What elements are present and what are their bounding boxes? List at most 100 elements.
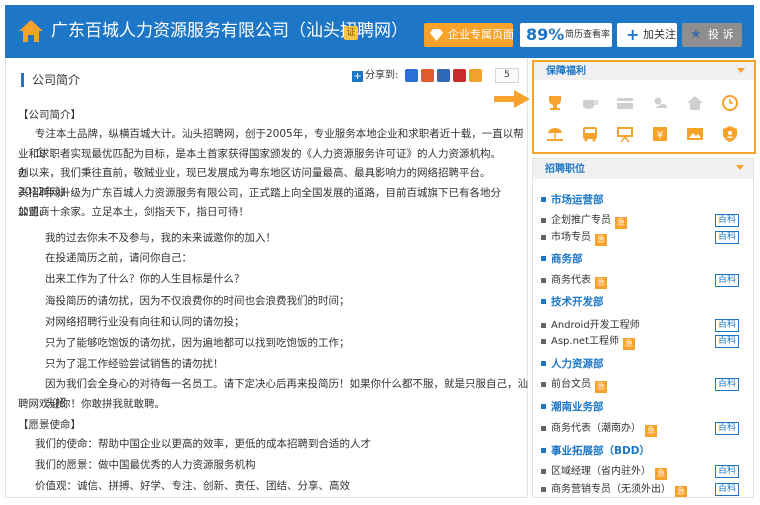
urgent-icon: 急 bbox=[623, 338, 635, 350]
beach-travel-icon[interactable] bbox=[546, 125, 564, 143]
department-heading[interactable]: 市场运营部 bbox=[541, 193, 604, 207]
follow-button[interactable]: + 加关注 bbox=[617, 23, 677, 47]
follow-label: 加关注 bbox=[643, 28, 676, 41]
intro-paragraph: 海投简历的请勿扰，因为不仅浪费你的时间也会浪费我们的时间； bbox=[45, 295, 350, 307]
section-title: 公司简介 bbox=[32, 73, 81, 87]
intro-paragraph: 【公司简介】 bbox=[18, 109, 81, 121]
wiki-button[interactable]: 百科 bbox=[715, 231, 739, 244]
bullet-icon bbox=[541, 197, 546, 202]
wiki-button[interactable]: 百科 bbox=[715, 483, 739, 496]
intro-paragraph: 【愿景使命】 bbox=[18, 419, 81, 431]
bullet-icon bbox=[541, 448, 546, 453]
urgent-icon: 急 bbox=[595, 381, 607, 393]
wiki-button[interactable]: 百科 bbox=[715, 274, 739, 287]
wiki-button[interactable]: 百科 bbox=[715, 378, 739, 391]
intro-paragraph: 我们的使命：帮助中国企业以更高的效率，更低的成本招聘到合适的人才 bbox=[35, 438, 371, 450]
wiki-button[interactable]: 百科 bbox=[715, 465, 739, 478]
enterprise-page-button[interactable]: 企业专属页面 bbox=[424, 23, 514, 47]
wiki-button[interactable]: 百科 bbox=[715, 335, 739, 348]
svg-text:¥: ¥ bbox=[657, 130, 663, 141]
urgent-icon: 急 bbox=[595, 277, 607, 289]
photo-activities-icon[interactable] bbox=[686, 125, 704, 143]
bullet-icon bbox=[541, 278, 546, 283]
report-button[interactable]: ★ 投 诉 bbox=[682, 23, 742, 47]
job-link[interactable]: 区域经理（省内驻外）急 bbox=[541, 465, 667, 480]
benefits-panel: 保障福利 ¥ bbox=[532, 60, 756, 154]
bullet-icon bbox=[541, 218, 546, 223]
sun-weather-icon[interactable] bbox=[651, 94, 669, 112]
card-icon[interactable] bbox=[616, 94, 634, 112]
bullet-icon bbox=[541, 426, 546, 431]
company-intro-panel: 公司简介 + 分享到: 5 【公司简介】 专注本土品牌，纵横百城大计。汕头招聘网，… bbox=[5, 58, 528, 498]
wiki-button[interactable]: 百科 bbox=[715, 214, 739, 227]
department-heading[interactable]: 技术开发部 bbox=[541, 295, 604, 309]
department-heading[interactable]: 潮南业务部 bbox=[541, 400, 604, 414]
training-board-icon[interactable] bbox=[616, 125, 634, 143]
urgent-icon: 急 bbox=[675, 486, 687, 497]
department-heading[interactable]: 人力资源部 bbox=[541, 357, 604, 371]
job-link[interactable]: 前台文员急 bbox=[541, 378, 607, 393]
section-marker bbox=[21, 73, 24, 87]
home-icon[interactable] bbox=[18, 18, 44, 44]
bonus-cup-icon[interactable] bbox=[546, 94, 564, 112]
job-link[interactable]: Asp.net工程师急 bbox=[541, 335, 635, 350]
wiki-button[interactable]: 百科 bbox=[715, 319, 739, 332]
job-link[interactable]: 商务代表急 bbox=[541, 274, 607, 289]
department-heading[interactable]: 事业拓展部（BDD） bbox=[541, 444, 650, 458]
enterprise-page-label: 企业专属页面 bbox=[448, 28, 514, 41]
share-plus-icon[interactable]: + bbox=[352, 71, 363, 82]
plus-icon: + bbox=[626, 25, 640, 44]
housing-icon[interactable] bbox=[686, 94, 704, 112]
caret-down-icon[interactable] bbox=[736, 165, 744, 170]
job-link[interactable]: 市场专员急 bbox=[541, 231, 607, 246]
caret-down-icon[interactable] bbox=[737, 68, 745, 73]
bullet-icon bbox=[541, 404, 546, 409]
urgent-icon: 急 bbox=[615, 217, 627, 229]
star-icon: ★ bbox=[690, 27, 702, 42]
shuttle-bus-icon[interactable] bbox=[581, 125, 599, 143]
kaixin-icon[interactable] bbox=[453, 69, 466, 82]
diamond-icon bbox=[430, 29, 443, 41]
certified-icon[interactable]: 证 bbox=[344, 26, 358, 40]
wiki-button[interactable]: 百科 bbox=[715, 422, 739, 435]
resume-rate-value: 89% bbox=[526, 25, 565, 44]
company-header: 广东百城人力资源服务有限公司（汕头招聘网） 证 企业专属页面 89% 简历查看率… bbox=[5, 5, 754, 58]
intro-paragraph: 价值观：诚信、拼搏、好学、专注、创新、责任、团结、分享、高效 bbox=[35, 480, 350, 492]
bullet-icon bbox=[541, 235, 546, 240]
intro-paragraph: 我的过去你未不及参与，我的未来诚邀你的加入！ bbox=[45, 232, 276, 244]
share-count: 5 bbox=[495, 68, 519, 83]
bullet-icon bbox=[541, 323, 546, 328]
intro-paragraph: 聘网欢迎你！你敢拼我就敢聘。 bbox=[18, 398, 165, 410]
resume-rate-box: 89% 简历查看率 bbox=[520, 23, 612, 47]
urgent-icon: 急 bbox=[645, 425, 657, 437]
tencent-weibo-icon[interactable] bbox=[469, 69, 482, 82]
bullet-icon bbox=[541, 256, 546, 261]
intro-paragraph: 出来工作为了什么？你的人生目标是什么？ bbox=[45, 273, 245, 285]
highlight-arrow-icon bbox=[494, 90, 530, 108]
department-heading[interactable]: 商务部 bbox=[541, 252, 583, 266]
coffee-icon[interactable] bbox=[581, 94, 599, 112]
sina-weibo-icon[interactable] bbox=[421, 69, 434, 82]
qzone-icon[interactable] bbox=[405, 69, 418, 82]
bullet-icon bbox=[541, 299, 546, 304]
bullet-icon bbox=[541, 382, 546, 387]
job-link[interactable]: 商务营销专员（无须外出）急 bbox=[541, 483, 687, 497]
renren-icon[interactable] bbox=[437, 69, 450, 82]
yuan-allowance-icon[interactable]: ¥ bbox=[651, 125, 669, 143]
report-label: 投 诉 bbox=[708, 28, 734, 41]
job-link[interactable]: 企划推广专员急 bbox=[541, 214, 627, 229]
urgent-icon: 急 bbox=[595, 234, 607, 246]
urgent-icon: 急 bbox=[655, 468, 667, 480]
intro-paragraph: 加盟商十余家。立足本土，剑指天下，指日可待！ bbox=[18, 206, 249, 218]
clock-icon[interactable] bbox=[721, 94, 739, 112]
intro-paragraph: 在投递简历之前，请问你自己： bbox=[45, 252, 192, 264]
job-link[interactable]: Android开发工程师 bbox=[541, 319, 640, 333]
intro-paragraph: 只为了能够吃饱饭的请勿扰，因为遍地都可以找到吃饱饭的工作； bbox=[45, 337, 350, 349]
intro-paragraph: 只为了混工作经验尝试销售的请勿扰！ bbox=[45, 358, 224, 370]
share-label: + 分享到: bbox=[352, 70, 399, 82]
job-link[interactable]: 商务代表（潮南办）急 bbox=[541, 422, 657, 437]
intro-paragraph: 对网络招聘行业没有向往和认同的请勿投； bbox=[45, 316, 245, 328]
insurance-shield-icon[interactable] bbox=[721, 125, 739, 143]
benefits-title: 保障福利 bbox=[546, 66, 586, 77]
bullet-icon bbox=[541, 487, 546, 492]
